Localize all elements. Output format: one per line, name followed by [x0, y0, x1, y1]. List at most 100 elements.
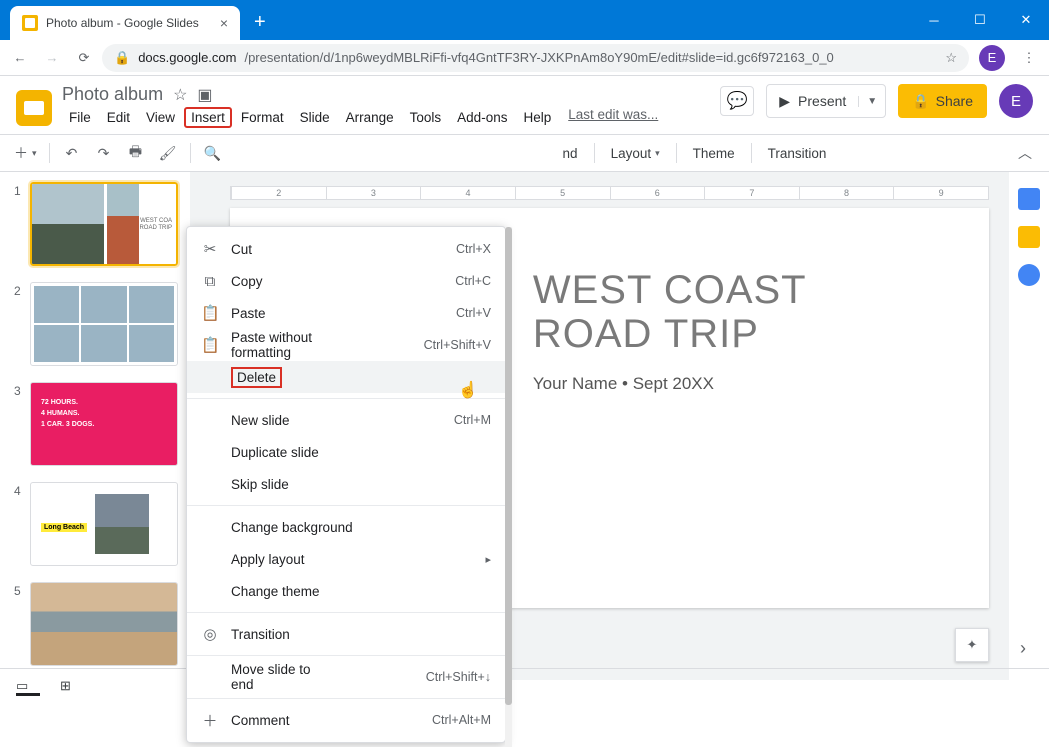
menu-item-move-slide-to-end[interactable]: Move slide to endCtrl+Shift+↓ — [187, 661, 505, 693]
star-doc-icon[interactable]: ☆ — [173, 85, 187, 105]
browser-tab[interactable]: Photo album - Google Slides × — [10, 6, 240, 40]
menu-addons[interactable]: Add-ons — [450, 107, 514, 128]
menu-item-cut[interactable]: ✂CutCtrl+X — [187, 233, 505, 265]
menu-item-paste-without-formatting[interactable]: 📋Paste without formattingCtrl+Shift+V — [187, 329, 505, 361]
slide-title[interactable]: WEST COAST ROAD TRIP — [533, 268, 959, 356]
slide-thumb-5[interactable] — [30, 582, 178, 666]
menu-file[interactable]: File — [62, 107, 98, 128]
last-edit-link[interactable]: Last edit was... — [568, 107, 658, 128]
calendar-addon-icon[interactable] — [1018, 188, 1040, 210]
forward-button[interactable]: → — [38, 44, 66, 72]
menu-item-label: Apply layout — [231, 552, 346, 567]
print-button[interactable]: 🖶 — [122, 139, 150, 167]
filmstrip-view-button[interactable]: ▭ — [16, 678, 40, 696]
undo-button[interactable]: ↶ — [58, 139, 86, 167]
keep-addon-icon[interactable] — [1018, 226, 1040, 248]
doc-title[interactable]: Photo album — [62, 84, 163, 105]
menu-insert[interactable]: Insert — [184, 107, 232, 128]
reload-button[interactable]: ⟳ — [70, 44, 98, 72]
transition-button[interactable]: Transition — [760, 139, 835, 167]
menu-item-label: Copy — [231, 274, 331, 289]
slide-thumb-2[interactable] — [30, 282, 178, 366]
back-button[interactable]: ← — [6, 44, 34, 72]
menu-item-change-background[interactable]: Change background — [187, 511, 505, 543]
menu-item-label: New slide — [231, 413, 330, 428]
url-path: /presentation/d/1np6weydMBLRiFfi-vfq4Gnt… — [244, 50, 833, 65]
maximize-button[interactable]: ☐ — [957, 0, 1003, 40]
menu-item-label: Transition — [231, 627, 355, 642]
collapse-toolbar-icon[interactable]: ︿ — [1011, 139, 1039, 167]
address-bar[interactable]: 🔒 docs.google.com/presentation/d/1np6wey… — [102, 44, 969, 72]
explore-button[interactable]: ✦ — [955, 628, 989, 662]
menu-edit[interactable]: Edit — [100, 107, 137, 128]
menu-item-transition[interactable]: ◎Transition — [187, 618, 505, 650]
next-chevron-icon[interactable]: › — [1009, 634, 1037, 662]
open-comments-button[interactable]: 💬 — [720, 86, 754, 116]
slide-textbox[interactable]: WEST COAST ROAD TRIP Your Name • Sept 20… — [503, 208, 989, 608]
background-button[interactable]: nd — [555, 139, 586, 167]
present-icon: ▶ — [779, 93, 790, 110]
📋-icon: 📋 — [201, 304, 219, 322]
present-button[interactable]: ▶ Present — [767, 93, 858, 110]
menu-item-label: Duplicate slide — [231, 445, 355, 460]
profile-avatar[interactable]: E — [979, 45, 1005, 71]
menu-item-paste[interactable]: 📋PasteCtrl+V — [187, 297, 505, 329]
cursor-pointer-icon: ☝ — [458, 380, 478, 400]
menu-slide[interactable]: Slide — [293, 107, 337, 128]
menu-shortcut: Ctrl+Alt+M — [432, 713, 491, 727]
layout-button[interactable]: Layout — [603, 139, 668, 167]
menu-item-label: Paste — [231, 306, 331, 321]
menu-item-apply-layout[interactable]: Apply layout — [187, 543, 505, 575]
zoom-button[interactable]: 🔍 — [199, 139, 227, 167]
menu-item-label: Paste without formatting — [231, 330, 315, 360]
new-slide-button[interactable]: ＋ — [10, 139, 41, 167]
📋-icon: 📋 — [201, 336, 219, 354]
new-tab-button[interactable]: + — [254, 11, 266, 34]
menu-item-label: Skip slide — [231, 477, 355, 492]
menu-view[interactable]: View — [139, 107, 182, 128]
⧉-icon: ⧉ — [201, 273, 219, 290]
menu-item-duplicate-slide[interactable]: Duplicate slide — [187, 436, 505, 468]
tasks-addon-icon[interactable] — [1018, 264, 1040, 286]
slides-logo-icon[interactable] — [16, 90, 52, 126]
slide-thumb-4[interactable]: Long Beach — [30, 482, 178, 566]
thumb-number: 5 — [14, 582, 24, 666]
menu-arrange[interactable]: Arrange — [339, 107, 401, 128]
share-button[interactable]: 🔒 Share — [898, 84, 987, 118]
doc-header: Photo album ☆ ▣ File Edit View Insert Fo… — [0, 76, 1049, 128]
menu-separator — [187, 505, 505, 506]
slides-app: Photo album ☆ ▣ File Edit View Insert Fo… — [0, 76, 1049, 704]
bookmark-star-icon[interactable]: ☆ — [945, 50, 957, 66]
redo-button[interactable]: ↷ — [90, 139, 118, 167]
close-window-button[interactable]: ✕ — [1003, 0, 1049, 40]
move-folder-icon[interactable]: ▣ — [197, 85, 212, 105]
horizontal-ruler: 2 3 4 5 6 7 8 9 — [230, 186, 989, 200]
paint-format-button[interactable]: 🖌 — [154, 139, 182, 167]
menu-item-change-theme[interactable]: Change theme — [187, 575, 505, 607]
menu-item-skip-slide[interactable]: Skip slide — [187, 468, 505, 500]
＋-icon: ＋ — [201, 710, 219, 731]
present-dropdown[interactable]: ▼ — [858, 96, 885, 107]
account-avatar[interactable]: E — [999, 84, 1033, 118]
theme-button[interactable]: Theme — [685, 139, 743, 167]
slide-thumb-3[interactable]: 72 HOURS. 4 HUMANS. 1 CAR. 3 DOGS. — [30, 382, 178, 466]
browser-menu-icon[interactable]: ⋮ — [1015, 44, 1043, 72]
menu-item-comment[interactable]: ＋CommentCtrl+Alt+M — [187, 704, 505, 736]
menu-item-new-slide[interactable]: New slideCtrl+M — [187, 404, 505, 436]
lock-icon: 🔒 — [114, 50, 130, 66]
close-tab-icon[interactable]: × — [220, 15, 228, 31]
grid-view-button[interactable]: ⊞ — [60, 678, 84, 696]
slide-subtitle[interactable]: Your Name • Sept 20XX — [533, 374, 959, 394]
menu-item-copy[interactable]: ⧉CopyCtrl+C — [187, 265, 505, 297]
menu-tools[interactable]: Tools — [403, 107, 449, 128]
slide-thumb-1[interactable]: WEST COAROAD TRIP — [30, 182, 178, 266]
menu-item-label: Change background — [231, 520, 355, 535]
menu-scrollbar[interactable] — [505, 227, 512, 747]
menu-help[interactable]: Help — [516, 107, 558, 128]
menu-item-label: Delete — [231, 367, 282, 388]
context-menu: ✂CutCtrl+X⧉CopyCtrl+C📋PasteCtrl+V📋Paste … — [186, 226, 506, 743]
✂-icon: ✂ — [201, 240, 219, 258]
menu-format[interactable]: Format — [234, 107, 291, 128]
filmstrip[interactable]: 1 WEST COAROAD TRIP 2 3 72 HOURS. 4 HUMA… — [0, 172, 190, 680]
minimize-button[interactable]: ─ — [911, 0, 957, 40]
